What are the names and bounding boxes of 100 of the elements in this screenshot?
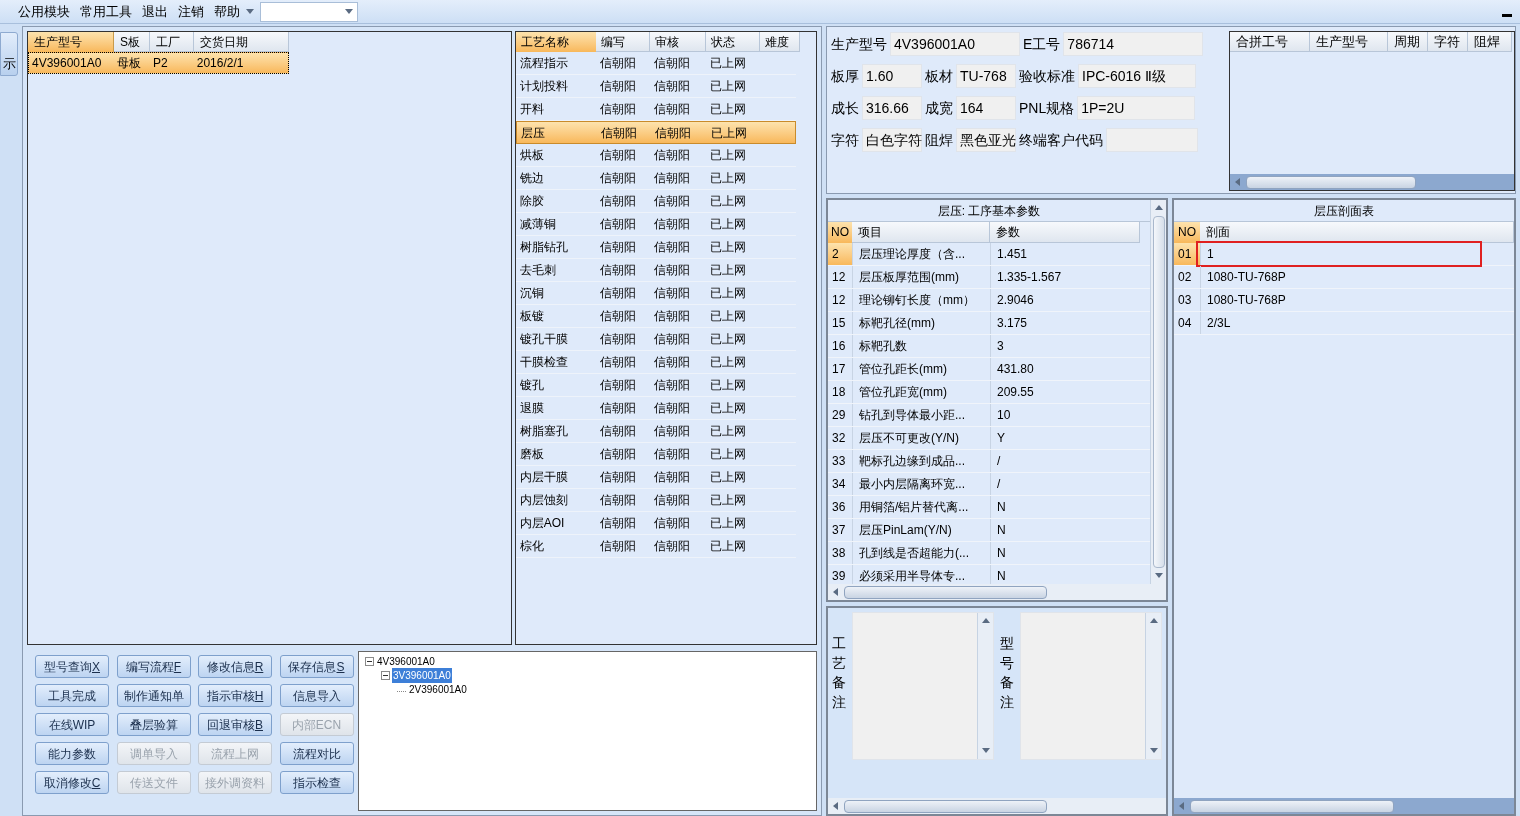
table-row[interactable]: 03 1080-TU-768P	[1174, 289, 1514, 312]
menu-item[interactable]: 注销	[178, 1, 204, 22]
horizontal-scrollbar[interactable]	[1174, 798, 1514, 814]
text-field[interactable]: 黑色亚光	[956, 128, 1016, 152]
column-header[interactable]: 生产型号	[1310, 32, 1388, 52]
column-header[interactable]: 难度	[759, 32, 800, 52]
scroll-down-icon[interactable]	[1149, 747, 1158, 755]
action-button[interactable]: 取消修改C	[35, 771, 109, 794]
table-row[interactable]: 计划投料 信朝阳 信朝阳 已上网	[515, 75, 796, 98]
column-header[interactable]: 字符	[1428, 32, 1468, 52]
horizontal-scrollbar[interactable]	[1230, 174, 1514, 190]
text-field[interactable]: 4V396001A0	[890, 32, 1020, 56]
collapse-icon[interactable]	[381, 670, 390, 680]
table-row[interactable]: 退膜 信朝阳 信朝阳 已上网	[515, 397, 796, 420]
table-row[interactable]: 02 1080-TU-768P	[1174, 266, 1514, 289]
scroll-thumb[interactable]	[844, 585, 1047, 599]
column-header[interactable]: NO	[828, 222, 852, 243]
table-row[interactable]: 烘板 信朝阳 信朝阳 已上网	[515, 144, 796, 167]
action-button[interactable]: 信息导入	[279, 684, 354, 707]
table-row[interactable]: 磨板 信朝阳 信朝阳 已上网	[515, 443, 796, 466]
action-button[interactable]: 保存信息S	[279, 655, 354, 678]
table-row[interactable]: 04 2/3L	[1174, 312, 1514, 335]
tree-item[interactable]: 2V396001A0	[408, 681, 468, 697]
menu-item[interactable]: 退出	[142, 1, 168, 22]
horizontal-scrollbar[interactable]	[828, 584, 1166, 600]
action-button[interactable]: 工具完成	[35, 684, 109, 707]
column-header[interactable]: 状态	[705, 32, 760, 52]
action-button[interactable]: 制作通知单	[116, 684, 191, 707]
table-row[interactable]: 板镀 信朝阳 信朝阳 已上网	[515, 305, 796, 328]
table-row[interactable]: 层压 信朝阳 信朝阳 已上网	[515, 121, 796, 144]
menu-item[interactable]: 常用工具	[80, 1, 132, 22]
horizontal-scrollbar[interactable]	[828, 798, 1166, 814]
column-header[interactable]: 工艺名称	[515, 32, 596, 52]
column-header[interactable]: 审核	[649, 32, 706, 52]
table-row[interactable]: 棕化 信朝阳 信朝阳 已上网	[515, 535, 796, 558]
column-header[interactable]: 合拼工号	[1230, 32, 1310, 52]
table-row[interactable]: 树脂塞孔 信朝阳 信朝阳 已上网	[515, 420, 796, 443]
vertical-scrollbar[interactable]	[1150, 200, 1166, 584]
scroll-down-icon[interactable]	[981, 747, 990, 755]
table-row[interactable]: 流程指示 信朝阳 信朝阳 已上网	[515, 52, 796, 75]
action-button[interactable]: 在线WIP	[35, 713, 109, 736]
collapse-icon[interactable]	[365, 656, 374, 666]
scroll-up-icon[interactable]	[1154, 204, 1163, 212]
column-header[interactable]: 交货日期	[194, 32, 289, 52]
table-row[interactable]: 4V396001A0 母板 P2 2016/2/1	[28, 52, 289, 74]
scroll-left-icon[interactable]	[832, 588, 840, 596]
vertical-scrollbar[interactable]	[1145, 613, 1161, 759]
text-field[interactable]: IPC-6016 Ⅱ级	[1078, 64, 1196, 88]
text-field[interactable]: 1P=2U	[1077, 96, 1196, 120]
tree-item[interactable]: 4V396001A0	[376, 653, 436, 669]
action-button[interactable]: 回退审核B	[198, 713, 272, 736]
text-field[interactable]: 白色字符	[862, 128, 922, 152]
action-button[interactable]: 指示审核H	[198, 684, 272, 707]
text-field[interactable]: 1.60	[862, 64, 922, 88]
column-header[interactable]: 编写	[595, 32, 650, 52]
vertical-scrollbar[interactable]	[977, 613, 993, 759]
menu-item[interactable]: 帮助	[214, 1, 240, 22]
column-header[interactable]: 参数	[990, 222, 1140, 243]
table-row[interactable]: 减薄铜 信朝阳 信朝阳 已上网	[515, 213, 796, 236]
action-button[interactable]: 修改信息R	[198, 655, 272, 678]
table-row[interactable]: 内层蚀刻 信朝阳 信朝阳 已上网	[515, 489, 796, 512]
scroll-down-icon[interactable]	[1154, 572, 1163, 580]
scroll-thumb[interactable]	[1190, 799, 1394, 813]
table-row[interactable]: 01 1	[1174, 243, 1514, 266]
scroll-up-icon[interactable]	[1149, 617, 1158, 625]
table-row[interactable]: 树脂钻孔 信朝阳 信朝阳 已上网	[515, 236, 796, 259]
column-header[interactable]: 阻焊	[1468, 32, 1512, 52]
column-header[interactable]: S板	[114, 32, 150, 52]
caret-icon[interactable]	[345, 7, 353, 16]
tree-item[interactable]: 3V396001A0	[392, 667, 452, 683]
action-button[interactable]: 能力参数	[35, 742, 109, 765]
column-header[interactable]: NO	[1174, 222, 1200, 243]
table-row[interactable]: 内层AOI 信朝阳 信朝阳 已上网	[515, 512, 796, 535]
scroll-left-icon[interactable]	[832, 802, 840, 810]
scroll-thumb[interactable]	[844, 799, 1047, 813]
table-row[interactable]: 内层干膜 信朝阳 信朝阳 已上网	[515, 466, 796, 489]
table-row[interactable]: 除胶 信朝阳 信朝阳 已上网	[515, 190, 796, 213]
column-header[interactable]: 周期	[1388, 32, 1428, 52]
column-header[interactable]: 生产型号	[28, 32, 114, 52]
action-button[interactable]: 编写流程F	[116, 655, 191, 678]
column-header[interactable]: 工厂	[150, 32, 194, 52]
table-row[interactable]: 沉铜 信朝阳 信朝阳 已上网	[515, 282, 796, 305]
action-button[interactable]: 流程对比	[279, 742, 354, 765]
scroll-up-icon[interactable]	[981, 617, 990, 625]
table-row[interactable]: 干膜检查 信朝阳 信朝阳 已上网	[515, 351, 796, 374]
table-row[interactable]: 铣边 信朝阳 信朝阳 已上网	[515, 167, 796, 190]
table-row[interactable]: 镀孔干膜 信朝阳 信朝阳 已上网	[515, 328, 796, 351]
table-row[interactable]: 去毛刺 信朝阳 信朝阳 已上网	[515, 259, 796, 282]
side-button[interactable]: 示	[0, 32, 18, 76]
scroll-thumb[interactable]	[1152, 216, 1165, 568]
text-field[interactable]: 164	[956, 96, 1016, 120]
action-button[interactable]: 型号查询X	[35, 655, 109, 678]
column-header[interactable]: 剖面	[1200, 222, 1514, 243]
text-field[interactable]: 786714	[1063, 32, 1204, 56]
dropdown-caret-icon[interactable]	[246, 7, 254, 16]
action-button[interactable]: 叠层验算	[116, 713, 191, 736]
action-button[interactable]: 指示检查	[279, 771, 354, 794]
text-field[interactable]: TU-768	[956, 64, 1016, 88]
scroll-left-icon[interactable]	[1234, 178, 1242, 186]
scroll-left-icon[interactable]	[1178, 802, 1186, 810]
